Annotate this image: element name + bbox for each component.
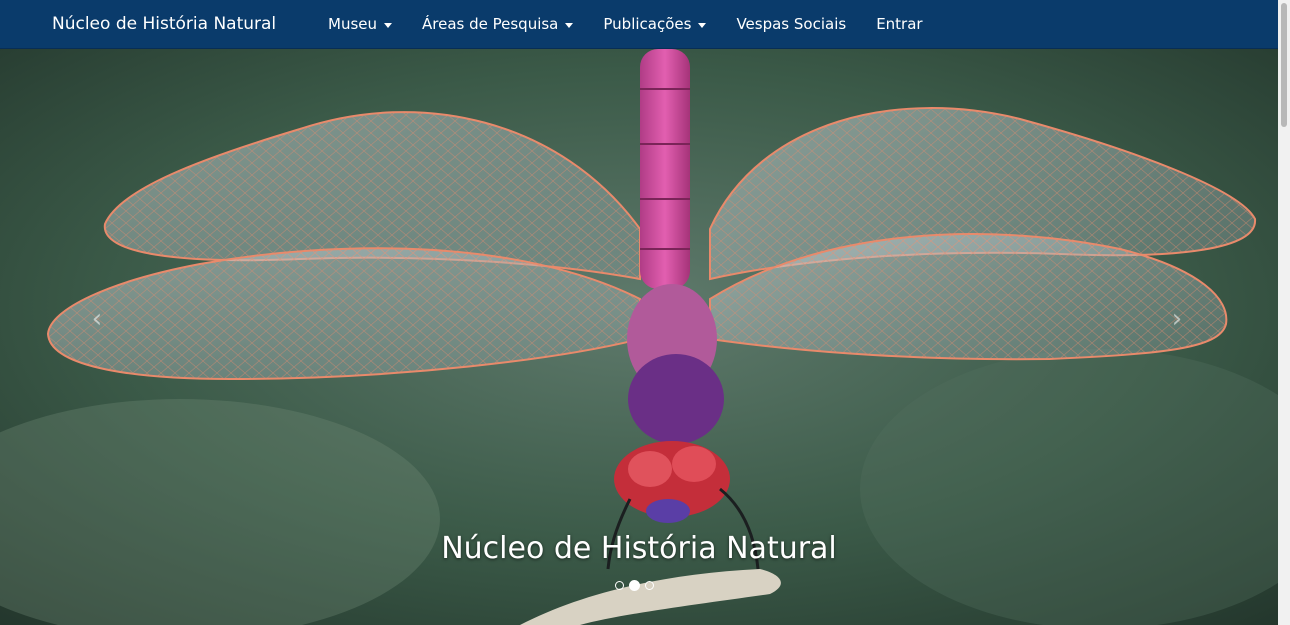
scrollbar-thumb[interactable] xyxy=(1281,3,1287,127)
carousel-indicators xyxy=(615,580,654,591)
nav-item-label: Vespas Sociais xyxy=(736,15,847,33)
nav-item-entrar[interactable]: Entrar xyxy=(861,0,937,48)
nav-menu: Museu Áreas de Pesquisa Publicações Vesp… xyxy=(313,0,938,48)
caret-down-icon xyxy=(698,22,707,28)
nav-item-label: Museu xyxy=(328,15,377,33)
carousel-indicator-2[interactable] xyxy=(629,580,640,591)
carousel-next-button[interactable]: › xyxy=(1162,304,1192,334)
top-navbar: Núcleo de História Natural Museu Áreas d… xyxy=(0,0,1278,49)
nav-item-label: Publicações xyxy=(603,15,692,33)
page-scrollbar[interactable] xyxy=(1278,0,1290,625)
chevron-left-icon: ‹ xyxy=(91,304,103,334)
carousel-caption: Núcleo de História Natural xyxy=(441,531,837,566)
nav-item-label: Entrar xyxy=(876,15,923,33)
hero-carousel: ‹ › Núcleo de História Natural xyxy=(0,49,1278,625)
site-brand-link[interactable]: Núcleo de História Natural xyxy=(52,14,276,34)
carousel-prev-button[interactable]: ‹ xyxy=(82,304,112,334)
carousel-indicator-1[interactable] xyxy=(615,581,624,590)
nav-item-label: Áreas de Pesquisa xyxy=(422,15,559,33)
caret-down-icon xyxy=(565,22,574,28)
nav-item-vespas-sociais[interactable]: Vespas Sociais xyxy=(721,0,861,48)
nav-item-publicacoes[interactable]: Publicações xyxy=(588,0,721,48)
caret-down-icon xyxy=(384,22,392,28)
chevron-right-icon: › xyxy=(1171,304,1183,334)
nav-item-areas-de-pesquisa[interactable]: Áreas de Pesquisa xyxy=(407,0,588,48)
nav-item-museu[interactable]: Museu xyxy=(313,0,407,48)
carousel-indicator-3[interactable] xyxy=(645,581,654,590)
